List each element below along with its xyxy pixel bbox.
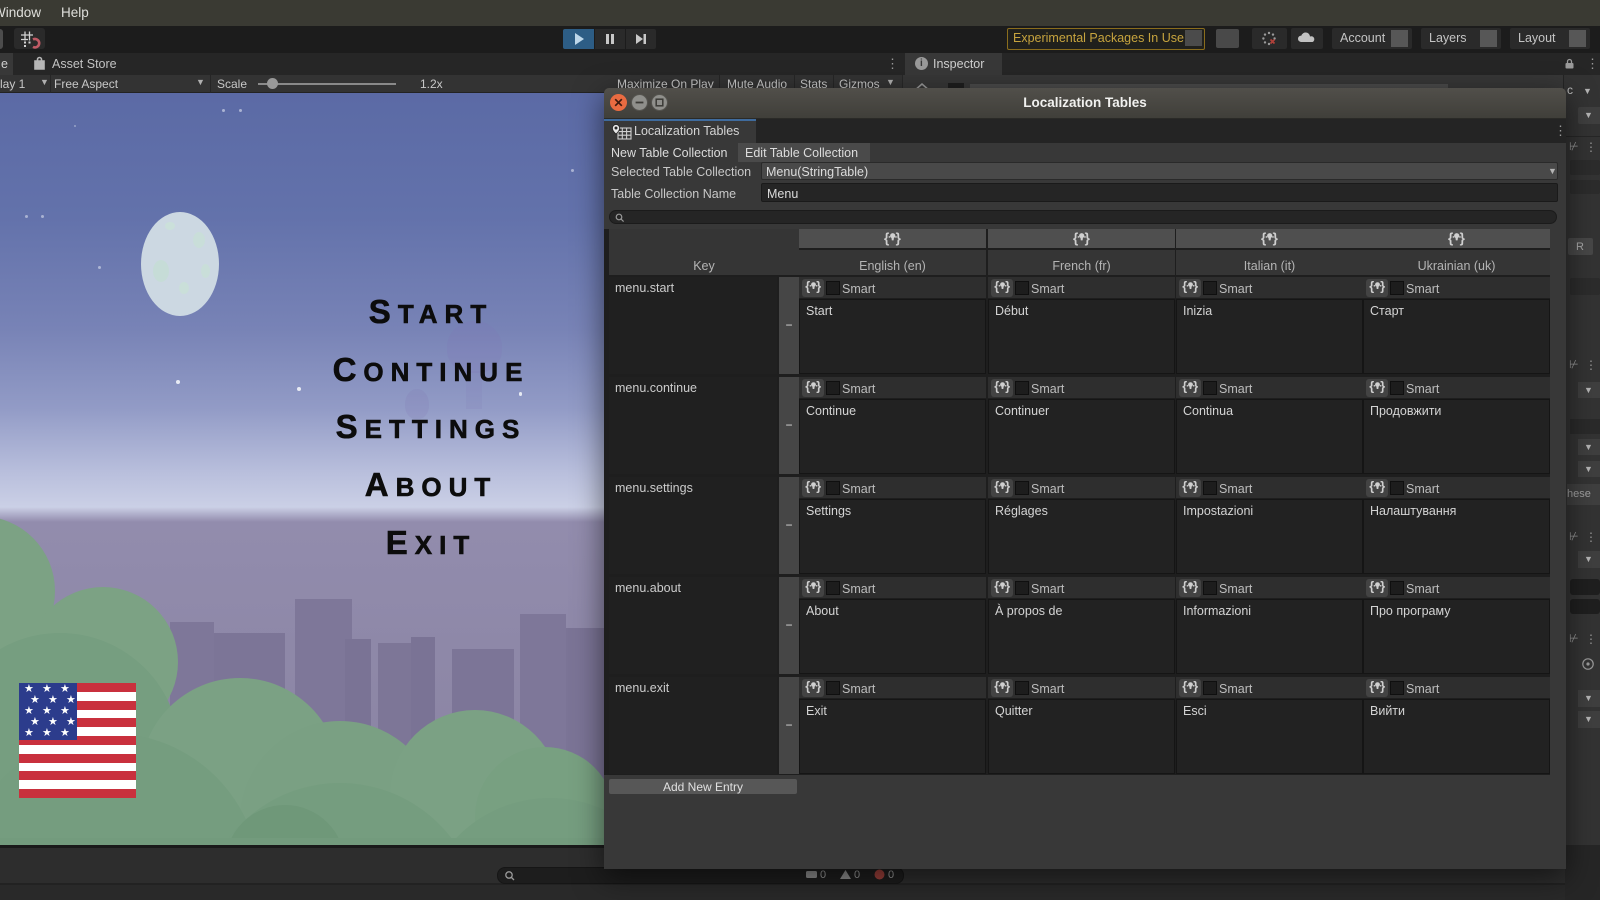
svg-text:{: { bbox=[1182, 380, 1187, 393]
svg-text:{: { bbox=[1369, 380, 1374, 393]
svg-text:{: { bbox=[884, 230, 889, 245]
svg-text:}: } bbox=[896, 230, 902, 245]
svg-text:}: } bbox=[1085, 230, 1091, 245]
svg-text:{: { bbox=[805, 580, 810, 593]
svg-text:{: { bbox=[1369, 680, 1374, 693]
svg-text:{: { bbox=[805, 280, 810, 293]
svg-text:{: { bbox=[1448, 230, 1453, 245]
svg-text:{: { bbox=[1182, 480, 1187, 493]
svg-text:{: { bbox=[1182, 680, 1187, 693]
svg-text:{: { bbox=[994, 480, 999, 493]
svg-text:{: { bbox=[994, 280, 999, 293]
svg-text:{: { bbox=[994, 380, 999, 393]
svg-text:{: { bbox=[1369, 580, 1374, 593]
svg-text:{: { bbox=[805, 380, 810, 393]
svg-text:{: { bbox=[1182, 580, 1187, 593]
svg-text:{: { bbox=[994, 680, 999, 693]
svg-text:{: { bbox=[994, 580, 999, 593]
svg-text:{: { bbox=[805, 480, 810, 493]
svg-text:}: } bbox=[1460, 230, 1466, 245]
svg-text:{: { bbox=[1261, 230, 1266, 245]
svg-text:}: } bbox=[1273, 230, 1279, 245]
svg-text:{: { bbox=[1369, 480, 1374, 493]
svg-text:{: { bbox=[1369, 280, 1374, 293]
svg-text:{: { bbox=[805, 680, 810, 693]
svg-text:{: { bbox=[1182, 280, 1187, 293]
svg-text:{: { bbox=[1073, 230, 1078, 245]
